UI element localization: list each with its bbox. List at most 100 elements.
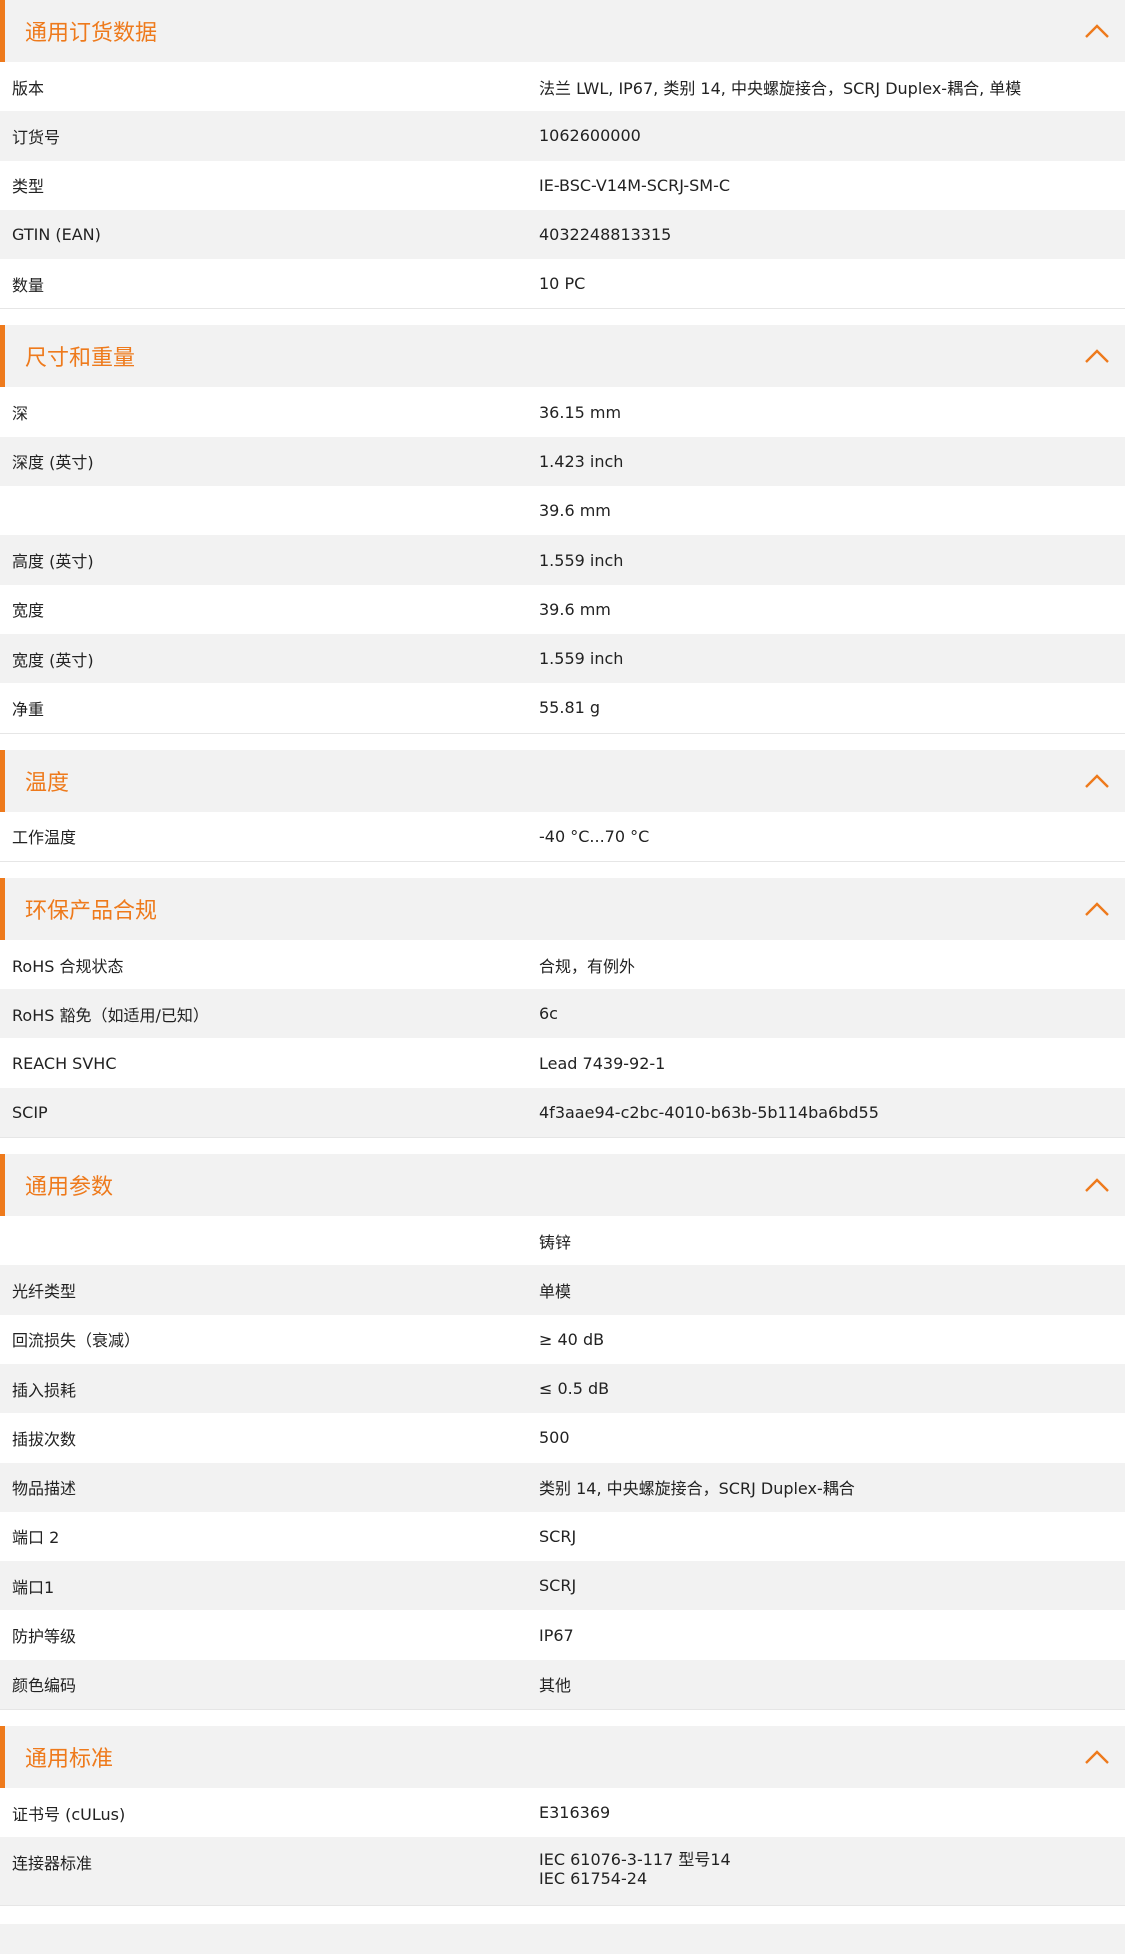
next-section-stub (0, 1924, 1125, 1955)
spec-row: 铸锌 (0, 1216, 1125, 1266)
spec-rows: RoHS 合规状态 合规，有例外 RoHS 豁免（如适用/已知） 6c REACH SV… (0, 939, 1125, 1138)
spec-row: RoHS 合规状态 合规，有例外 (0, 939, 1125, 990)
spec-label: 连接器标准 (12, 1854, 93, 1874)
section-header[interactable]: 尺寸和重量 (0, 325, 1125, 388)
section-title: 尺寸和重量 (25, 346, 136, 372)
spec-row: 宽度 (英寸) 1.559 inch (0, 633, 1125, 684)
spec-section: 通用标准证书号 (cULus) E316369 连接器标准 IEC 61076-3-1… (0, 1726, 1125, 1907)
spec-label: 端口1 (12, 1577, 55, 1597)
spec-value: 39.6 mm (539, 599, 611, 619)
spec-row: 39.6 mm (0, 486, 1125, 536)
spec-row: 插入损耗 ≤ 0.5 dB (0, 1363, 1125, 1414)
spec-row: 插拔次数 500 (0, 1413, 1125, 1463)
spec-row: RoHS 豁免（如适用/已知） 6c (0, 989, 1125, 1039)
spec-value: 36.15 mm (539, 402, 622, 422)
spec-label: 插拔次数 (12, 1429, 77, 1449)
spec-row: 回流损失（衰减） ≥ 40 dB (0, 1314, 1125, 1364)
spec-label: 光纤类型 (12, 1281, 77, 1301)
spec-label: 数量 (12, 275, 45, 295)
spec-label: 版本 (12, 78, 45, 98)
spec-label: REACH SVHC (12, 1053, 117, 1073)
spec-value: ≤ 0.5 dB (539, 1379, 610, 1399)
spec-section: 通用参数 铸锌 光纤类型 单模 回流损失（衰减） ≥ 40 dB 插入损耗 ≤ 0.5 dB 插… (0, 1154, 1125, 1711)
spec-value: E316369 (539, 1803, 611, 1823)
spec-row: 净重 55.81 g (0, 683, 1125, 733)
spec-row: 订货号 1062600000 (0, 111, 1125, 161)
spec-value: 6c (539, 1004, 558, 1024)
spec-label: 防护等级 (12, 1627, 77, 1647)
spec-row: GTIN (EAN) 4032248813315 (0, 209, 1125, 260)
spec-label: 深度 (英寸) (12, 453, 94, 473)
spec-value: 合规，有例外 (539, 956, 636, 976)
spec-row: 高度 (英寸) 1.559 inch (0, 535, 1125, 585)
chevron-up-icon[interactable] (1083, 22, 1111, 40)
spec-label: 深 (12, 404, 29, 424)
spec-section: 通用订货数据版本 法兰 LWL, IP67, 类别 14, 中央螺旋接合，SCRJ… (0, 0, 1125, 310)
spec-row: 端口 2 SCRJ (0, 1511, 1125, 1562)
section-header[interactable]: 通用参数 (0, 1154, 1125, 1217)
section-header[interactable]: 通用订货数据 (0, 0, 1125, 62)
spec-row: 深度 (英寸) 1.423 inch (0, 436, 1125, 487)
spec-value: -40 °C...70 °C (539, 826, 650, 846)
spec-rows: 工作温度 -40 °C...70 °C (0, 811, 1125, 861)
spec-value: 39.6 mm (539, 501, 611, 521)
spec-label: GTIN (EAN) (12, 225, 101, 245)
spec-label: 回流损失（衰减） (12, 1331, 141, 1351)
chevron-up-icon[interactable] (1083, 1748, 1111, 1766)
spec-label: 高度 (英寸) (12, 552, 94, 572)
spec-section: 环保产品合规 RoHS 合规状态 合规，有例外 RoHS 豁免（如适用/已知） 6c RE… (0, 877, 1125, 1139)
spec-label: 证书号 (cULus) (12, 1804, 126, 1824)
chevron-up-icon[interactable] (1083, 900, 1111, 918)
spec-value: 55.81 g (539, 698, 601, 718)
section-title: 通用订货数据 (25, 21, 158, 46)
spec-value: 4f3aae94-c2bc-4010-b63b-5b114ba6bd55 (539, 1102, 879, 1122)
spec-row: 工作温度 -40 °C...70 °C (0, 811, 1125, 861)
spec-value: 1.423 inch (539, 451, 624, 471)
spec-row: 类型 IE-BSC-V14M-SCRJ-SM-C (0, 160, 1125, 210)
spec-value: 其他 (539, 1676, 572, 1696)
chevron-up-icon[interactable] (1083, 347, 1111, 365)
spec-rows: 版本 法兰 LWL, IP67, 类别 14, 中央螺旋接合，SCRJ Duple… (0, 62, 1125, 309)
spec-label: 物品描述 (12, 1479, 77, 1499)
section-header[interactable]: 环保产品合规 (0, 877, 1125, 940)
spec-row: 颜色编码 其他 (0, 1659, 1125, 1710)
spec-label: RoHS 豁免（如适用/已知） (12, 1005, 209, 1025)
spec-value-line: IEC 61076-3-117 型号14 (539, 1850, 731, 1870)
spec-value: 1.559 inch (539, 649, 624, 669)
section-title: 温度 (25, 770, 70, 796)
spec-label: 净重 (12, 699, 45, 719)
spec-label: SCIP (12, 1102, 48, 1122)
spec-row: 端口1 SCRJ (0, 1561, 1125, 1611)
spec-row: REACH SVHC Lead 7439-92-1 (0, 1038, 1125, 1088)
spec-section: 尺寸和重量深 36.15 mm 深度 (英寸) 1.423 inch 39.6 mm 高度… (0, 325, 1125, 734)
spec-row: 宽度 39.6 mm (0, 584, 1125, 634)
spec-row: 证书号 (cULus) E316369 (0, 1788, 1125, 1838)
spec-label: 类型 (12, 177, 45, 197)
spec-label: 订货号 (12, 127, 61, 147)
spec-label: 宽度 (英寸) (12, 650, 94, 670)
spec-row: 深 36.15 mm (0, 387, 1125, 437)
chevron-up-icon[interactable] (1083, 1176, 1111, 1194)
chevron-up-icon[interactable] (1083, 772, 1111, 790)
spec-rows: 证书号 (cULus) E316369 连接器标准 IEC 61076-3-117 型… (0, 1788, 1125, 1906)
spec-row: 物品描述 类别 14, 中央螺旋接合，SCRJ Duplex-耦合 (0, 1462, 1125, 1512)
spec-value: 10 PC (539, 274, 586, 294)
spec-rows: 铸锌光纤类型 单模回流损失（衰减） ≥ 40 dB 插入损耗 ≤ 0.5 dB 插拔次数 5… (0, 1216, 1125, 1710)
spec-label: 插入损耗 (12, 1380, 77, 1400)
spec-value: 单模 (539, 1281, 572, 1301)
section-header[interactable]: 温度 (0, 749, 1125, 812)
spec-value: 1.559 inch (539, 550, 624, 570)
spec-row: 版本 法兰 LWL, IP67, 类别 14, 中央螺旋接合，SCRJ Duple… (0, 62, 1125, 112)
spec-label: 颜色编码 (12, 1676, 77, 1696)
spec-value: IP67 (539, 1625, 574, 1645)
spec-value-line: IEC 61754-24 (539, 1869, 648, 1889)
spec-label: 工作温度 (12, 828, 77, 848)
section-title: 通用参数 (25, 1175, 114, 1201)
section-header[interactable]: 通用标准 (0, 1726, 1125, 1789)
spec-value: 法兰 LWL, IP67, 类别 14, 中央螺旋接合，SCRJ Duplex-… (539, 78, 1022, 98)
spec-value: ≥ 40 dB (539, 1329, 605, 1349)
spec-value: 铸锌 (539, 1232, 572, 1252)
spec-value: IE-BSC-V14M-SCRJ-SM-C (539, 175, 731, 195)
spec-value: SCRJ (539, 1526, 577, 1546)
section-title: 通用标准 (25, 1747, 114, 1773)
